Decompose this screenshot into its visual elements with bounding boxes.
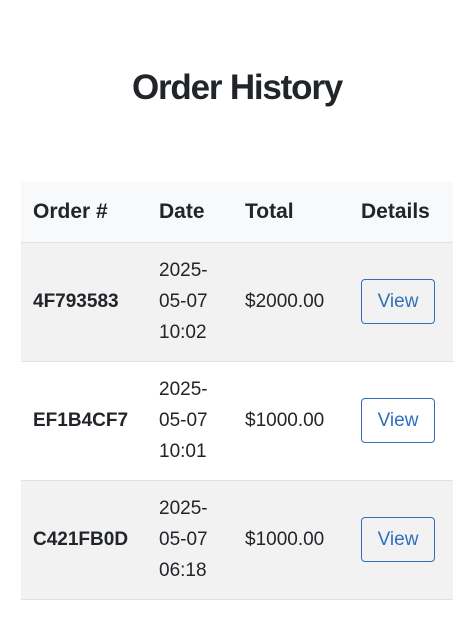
table-row: 4F793583 2025- 05-07 10:02 $2000.00 View xyxy=(21,242,453,361)
order-details-cell: View xyxy=(349,242,453,361)
order-date-line: 10:02 xyxy=(159,322,207,343)
order-date: 2025- 05-07 10:01 xyxy=(147,361,233,480)
order-date-line: 06:18 xyxy=(159,560,207,581)
order-id: EF1B4CF7 xyxy=(33,409,129,431)
column-header-date: Date xyxy=(147,182,233,243)
order-date-line: 10:01 xyxy=(159,441,207,462)
order-history-page: Order History Order # Date Total Details… xyxy=(0,0,469,619)
order-date-line: 2025- xyxy=(159,260,208,281)
order-total: $2000.00 xyxy=(245,290,325,312)
order-date-line: 2025- xyxy=(159,498,208,519)
column-header-details: Details xyxy=(349,182,453,243)
order-id: C421FB0D xyxy=(33,528,129,550)
order-date-line: 2025- xyxy=(159,379,208,400)
order-details-cell: View xyxy=(349,361,453,480)
column-header-order-number: Order # xyxy=(21,182,147,243)
order-date-line: 05-07 xyxy=(159,291,208,312)
table-row: EF1B4CF7 2025- 05-07 10:01 $1000.00 View xyxy=(21,361,453,480)
order-total: $1000.00 xyxy=(245,409,325,431)
page-title: Order History xyxy=(131,68,343,107)
table-row: C421FB0D 2025- 05-07 06:18 $1000.00 View xyxy=(21,480,453,599)
orders-table: Order # Date Total Details 4F793583 2025… xyxy=(21,182,453,600)
order-total: $1000.00 xyxy=(245,528,325,550)
order-id: 4F793583 xyxy=(33,290,119,312)
view-order-button[interactable]: View xyxy=(361,279,435,324)
view-order-button[interactable]: View xyxy=(361,517,435,562)
order-details-cell: View xyxy=(349,480,453,599)
table-header-row: Order # Date Total Details xyxy=(21,182,453,243)
order-date: 2025- 05-07 10:02 xyxy=(147,242,233,361)
column-header-total: Total xyxy=(233,182,349,243)
order-date: 2025- 05-07 06:18 xyxy=(147,480,233,599)
order-date-line: 05-07 xyxy=(159,410,208,431)
order-date-line: 05-07 xyxy=(159,529,208,550)
view-order-button[interactable]: View xyxy=(361,398,435,443)
